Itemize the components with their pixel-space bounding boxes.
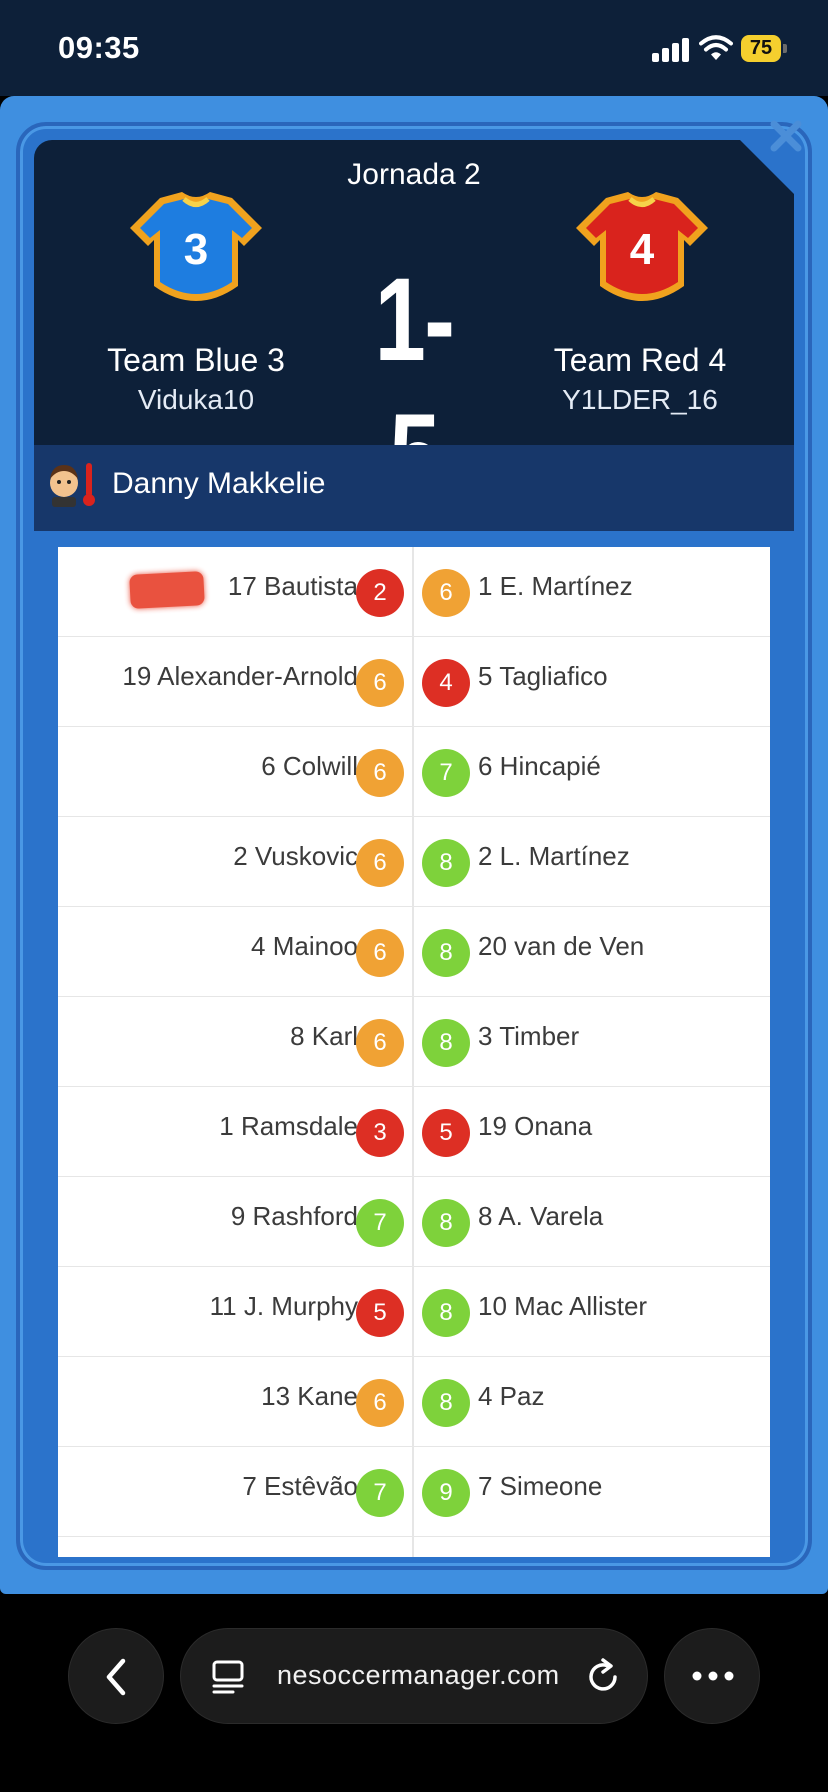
table-row: 2 Vuskovic 6 8 2 L. Martínez (58, 817, 770, 907)
home-rating-badge: 6 (356, 1019, 404, 1067)
home-player-name: 8 Karl (290, 1021, 358, 1051)
home-rating-badge: 2 (356, 569, 404, 617)
back-button[interactable] (68, 1628, 164, 1724)
away-player-name: 19 Onana (478, 1111, 593, 1141)
home-rating-badge: 3 (356, 1109, 404, 1157)
away-rating-badge: 8 (422, 1019, 470, 1067)
away-rating-badge: 8 (422, 1379, 470, 1427)
home-rating-badge: 7 (356, 1469, 404, 1517)
home-rating-badge: 6 (356, 839, 404, 887)
away-team-name: Team Red 4 (553, 342, 727, 378)
away-rating-badge: 9 (422, 1469, 470, 1517)
home-player-name: 6 Colwill (261, 751, 358, 781)
referee-name: Danny Makkelie (112, 467, 326, 500)
home-shirt-icon: 3 (130, 192, 262, 301)
home-rating-badge: 6 (356, 659, 404, 707)
away-rating-badge: 4 (422, 659, 470, 707)
table-row: 17 Bautista 2 6 1 E. Martínez (58, 547, 770, 637)
home-player-name: 2 Vuskovic (233, 841, 358, 871)
away-player-name: 5 Tagliafico (478, 661, 608, 691)
home-player-name: 9 Rashford (230, 1201, 358, 1231)
home-player-name: 13 Kane (261, 1381, 358, 1411)
away-player-name: 8 A. Varela (478, 1201, 604, 1231)
wifi-icon (699, 35, 733, 60)
battery-indicator: 75 (741, 35, 781, 62)
reload-icon[interactable] (583, 1657, 623, 1697)
table-row: 7 Estêvão 7 9 7 Simeone (58, 1447, 770, 1537)
away-player-name: 7 Simeone (478, 1471, 603, 1501)
cellular-signal-icon (652, 38, 690, 62)
away-rating-badge: 8 (422, 1199, 470, 1247)
close-icon[interactable] (758, 108, 814, 164)
home-rating-badge: 6 (356, 929, 404, 977)
away-player-name: 6 Hincapié (478, 751, 601, 781)
away-player-name: 2 L. Martínez (478, 841, 630, 871)
away-player-name: 1 E. Martínez (478, 571, 633, 601)
table-row: 9 Rashford 7 8 8 A. Varela (58, 1177, 770, 1267)
more-button[interactable] (664, 1628, 760, 1724)
url-text: nesoccermanager.com (277, 1660, 560, 1690)
away-rating-badge: 8 (422, 929, 470, 977)
more-dots-icon (692, 1671, 734, 1681)
status-time: 09:35 (58, 30, 140, 65)
status-bar: 09:35 75 (0, 0, 828, 96)
away-team-user: Y1LDER_16 (562, 384, 718, 415)
away-rating-badge: 8 (422, 1289, 470, 1337)
home-shirt-number: 3 (184, 225, 208, 274)
table-row: 8 Karl 6 8 3 Timber (58, 997, 770, 1087)
table-row: 11 J. Murphy 5 8 10 Mac Allister (58, 1267, 770, 1357)
table-row: 1 Ramsdale 3 5 19 Onana (58, 1087, 770, 1177)
home-rating-badge: 7 (356, 1199, 404, 1247)
away-rating-badge: 6 (422, 569, 470, 617)
away-rating-badge: 8 (422, 839, 470, 887)
player-ratings-table: 17 Bautista 2 6 1 E. Martínez 19 Alexander-A… (58, 547, 770, 1557)
away-player-name: 4 Paz (478, 1381, 545, 1411)
match-header: Jornada 2 3 4 1-5 Team Blue 3 Viduka10 T… (34, 140, 794, 445)
table-row: 4 Mainoo 6 8 20 van de Ven (58, 907, 770, 997)
referee-bar: Danny Makkelie (34, 445, 794, 531)
home-player-name: 1 Ramsdale (219, 1111, 358, 1141)
home-rating-badge: 6 (356, 749, 404, 797)
table-row: 6 Colwill 6 7 6 Hincapié (58, 727, 770, 817)
tab-overview-icon[interactable] (211, 1659, 245, 1695)
battery-tip (783, 44, 787, 53)
home-player-name: 4 Mainoo (251, 931, 358, 961)
away-player-name: 10 Mac Allister (478, 1291, 648, 1321)
table-row: 13 Kane 6 8 4 Paz (58, 1357, 770, 1447)
home-player-name: 19 Alexander-Arnold (122, 661, 358, 691)
away-rating-badge: 7 (422, 749, 470, 797)
referee-avatar-icon (50, 463, 95, 507)
home-player-name: 7 Estêvão (242, 1471, 358, 1501)
away-shirt-icon: 4 (576, 192, 708, 301)
round-title: Jornada 2 (347, 158, 481, 191)
home-rating-badge: 6 (356, 1379, 404, 1427)
home-rating-badge: 5 (356, 1289, 404, 1337)
chevron-left-icon (106, 1658, 126, 1696)
away-player-name: 20 van de Ven (478, 931, 645, 961)
home-team-user: Viduka10 (137, 384, 255, 415)
away-player-name: 3 Timber (478, 1021, 580, 1051)
red-card-icon (129, 571, 205, 609)
home-team-name: Team Blue 3 (107, 342, 285, 378)
home-player-name: 17 Bautista (227, 571, 358, 601)
address-bar[interactable]: nesoccermanager.com (180, 1628, 648, 1724)
home-player-name: 11 J. Murphy (209, 1291, 358, 1321)
away-rating-badge: 5 (422, 1109, 470, 1157)
away-shirt-number: 4 (630, 225, 655, 274)
table-row: 19 Alexander-Arnold 6 4 5 Tagliafico (58, 637, 770, 727)
